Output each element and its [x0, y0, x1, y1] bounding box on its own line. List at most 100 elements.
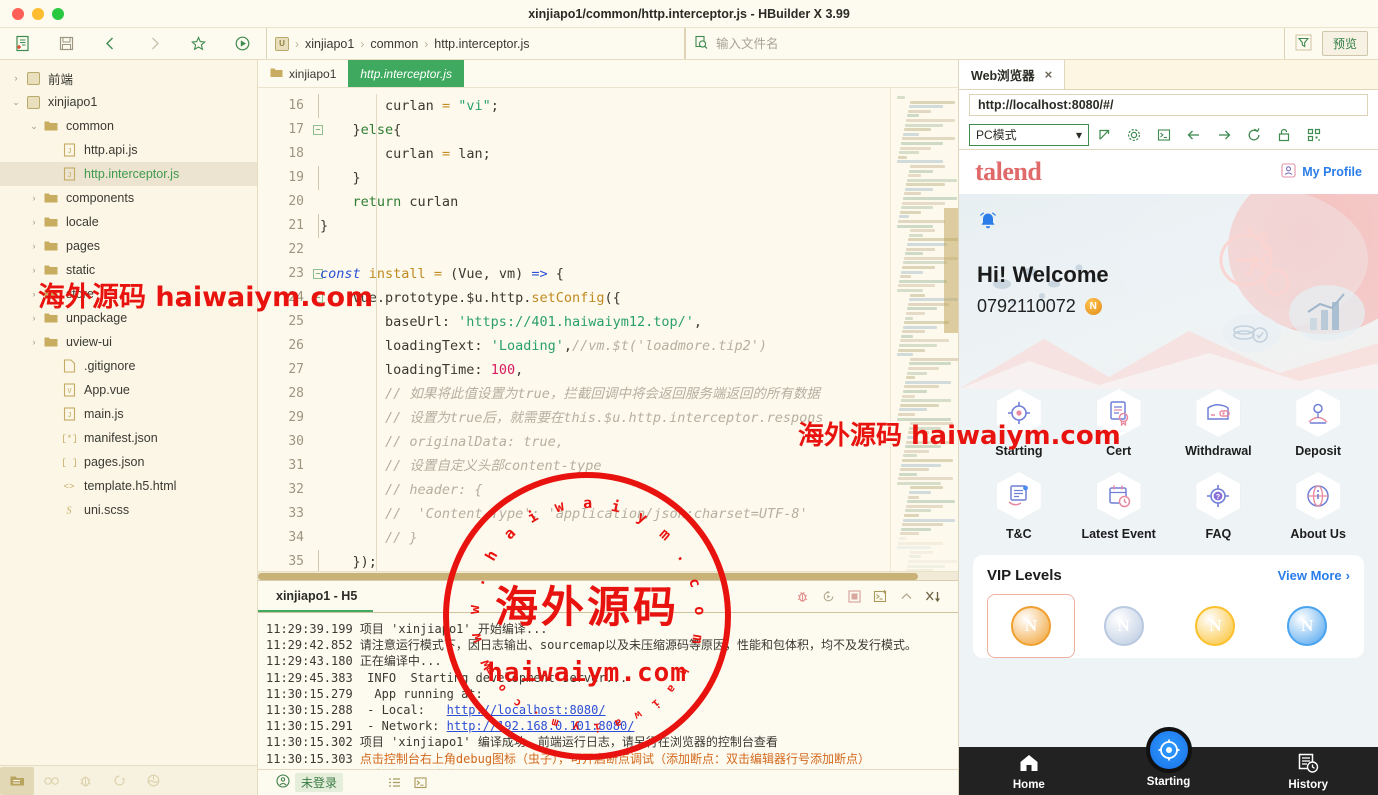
inspect-grid-icon[interactable]	[1299, 122, 1329, 148]
line-number[interactable]: 28	[258, 382, 310, 406]
breadcrumb-item-project[interactable]: xinjiapo1	[305, 37, 354, 51]
tree-item-components[interactable]: › components	[0, 186, 257, 210]
save-icon[interactable]	[44, 28, 88, 60]
tabbar-item-history[interactable]: History	[1238, 747, 1378, 795]
quick-action-latest-event[interactable]: Latest Event	[1069, 472, 1169, 541]
unlock-icon[interactable]	[1269, 122, 1299, 148]
search-icon[interactable]	[34, 767, 68, 795]
chevron-right-icon[interactable]: ›	[26, 337, 42, 347]
line-number[interactable]: 24−	[258, 286, 323, 310]
stop-icon[interactable]	[847, 589, 862, 604]
line-number-gutter[interactable]: 16 17−18 19 20 21 22 23−24−25 26 27 28 29 30 31 32 33 3…	[258, 88, 323, 571]
file-search-area[interactable]	[684, 28, 1285, 59]
line-number[interactable]: 16	[258, 94, 319, 118]
chevron-right-icon[interactable]: ›	[26, 313, 42, 323]
vip-level-item[interactable]: N	[1081, 594, 1167, 658]
tree-item--gitignore[interactable]: .gitignore	[0, 354, 257, 378]
project-file-tree[interactable]: › 前端 ⌄ xinjiapo1 ⌄ common Jhttp.api.js Jhttp.in…	[0, 60, 257, 765]
editor-horizontal-scrollbar[interactable]	[258, 571, 958, 580]
new-file-icon[interactable]	[0, 28, 44, 60]
new-terminal-icon[interactable]	[873, 589, 888, 604]
tree-item-app-vue[interactable]: V App.vue	[0, 378, 257, 402]
reload-icon[interactable]	[1239, 122, 1269, 148]
console-icon[interactable]	[1149, 122, 1179, 148]
line-number[interactable]: 21	[258, 214, 319, 238]
editor-tab-bar[interactable]: xinjiapo1 http.interceptor.js	[258, 60, 958, 88]
breadcrumb-item-file[interactable]: http.interceptor.js	[434, 37, 529, 51]
tree-item-static[interactable]: › static	[0, 258, 257, 282]
tree-item-uni-scss[interactable]: Suni.scss	[0, 498, 257, 522]
tabbar-item-home[interactable]: Home	[959, 747, 1099, 795]
tree-item-locale[interactable]: › locale	[0, 210, 257, 234]
code-line[interactable]: // 设置自定义头部content-type	[310, 454, 890, 478]
terminal-icon[interactable]	[407, 772, 433, 794]
open-external-icon[interactable]	[1089, 122, 1119, 148]
url-input[interactable]: http://localhost:8080/#/	[969, 94, 1368, 116]
tree-item-main-js[interactable]: Jmain.js	[0, 402, 257, 426]
collapse-icon[interactable]	[899, 589, 914, 604]
forward-icon[interactable]	[132, 28, 176, 60]
browser-tab[interactable]: Web浏览器 ×	[959, 60, 1066, 89]
code-line[interactable]: }else{	[310, 118, 890, 142]
back-icon[interactable]	[1179, 122, 1209, 148]
debug-icon[interactable]	[68, 767, 102, 795]
cloud-icon[interactable]	[136, 767, 170, 795]
close-window-button[interactable]	[12, 7, 24, 20]
chevron-right-icon[interactable]: ›	[26, 193, 42, 203]
code-line[interactable]: curlan = "vi";	[310, 94, 890, 118]
clear-output-icon[interactable]	[925, 589, 942, 604]
close-icon[interactable]: ×	[1045, 67, 1053, 82]
quick-action-t-c[interactable]: T&C	[969, 472, 1069, 541]
tree-item-manifest-json[interactable]: [*] manifest.json	[0, 426, 257, 450]
code-line[interactable]: return curlan	[310, 190, 890, 214]
web-app-viewport[interactable]: talend My Profile Hi! Welcome 0792110072…	[959, 150, 1378, 795]
back-icon[interactable]	[88, 28, 132, 60]
chevron-right-icon[interactable]: ›	[26, 265, 42, 275]
console-tab[interactable]: xinjiapo1 - H5	[258, 589, 374, 612]
file-search-input[interactable]	[715, 36, 1276, 51]
code-line[interactable]: // header: {	[310, 478, 890, 502]
tree-item-http-interceptor-js[interactable]: Jhttp.interceptor.js	[0, 162, 257, 186]
project-explorer-icon[interactable]	[0, 766, 34, 795]
code-line[interactable]: }	[310, 214, 890, 238]
device-mode-select[interactable]: PC模式 ▾	[969, 123, 1089, 146]
code-line[interactable]: const install = (Vue, vm) => {	[310, 262, 890, 286]
code-line[interactable]: // 'Content-Type': 'application/json;cha…	[310, 502, 890, 526]
debug-bug-icon[interactable]	[795, 589, 810, 604]
login-status-item[interactable]: 未登录	[266, 773, 353, 792]
tree-item-store[interactable]: › store	[0, 282, 257, 306]
view-more-button[interactable]: View More ›	[1278, 568, 1350, 583]
code-line[interactable]: // 如果将此值设置为true，拦截回调中将会返回服务端返回的所有数据	[310, 382, 890, 406]
code-line[interactable]: // 设置为true后，就需要在this.$u.http.interceptor…	[310, 406, 890, 430]
window-controls[interactable]	[0, 7, 64, 20]
restart-icon[interactable]	[821, 589, 836, 604]
chevron-right-icon[interactable]: ›	[26, 241, 42, 251]
code-line[interactable]: // originalData: true,	[310, 430, 890, 454]
chevron-right-icon[interactable]: ›	[8, 73, 24, 83]
tree-item-pages[interactable]: › pages	[0, 234, 257, 258]
bell-icon[interactable]	[977, 210, 999, 235]
line-number[interactable]: 29	[258, 406, 310, 430]
bookmark-icon[interactable]	[176, 28, 220, 60]
tree-item--[interactable]: › 前端	[0, 66, 257, 90]
starting-fab-button[interactable]	[1145, 727, 1192, 773]
line-number[interactable]: 31	[258, 454, 310, 478]
editor-tab-project[interactable]: xinjiapo1	[258, 60, 348, 87]
settings-icon[interactable]	[1119, 122, 1149, 148]
breadcrumb-item-folder[interactable]: common	[370, 37, 418, 51]
scrollbar-thumb[interactable]	[258, 573, 918, 580]
vip-level-item[interactable]: N	[1173, 594, 1259, 658]
vip-level-item[interactable]: N	[987, 594, 1075, 658]
quick-action-faq[interactable]: ? FAQ	[1169, 472, 1269, 541]
quick-action-starting[interactable]: Starting	[969, 389, 1069, 458]
quick-action-cert[interactable]: Cert	[1069, 389, 1169, 458]
tree-item-uview-ui[interactable]: › uview-ui	[0, 330, 257, 354]
maximize-window-button[interactable]	[52, 7, 64, 20]
code-minimap[interactable]	[890, 88, 958, 571]
line-number[interactable]: 18	[258, 142, 310, 166]
tree-item-xinjiapo1[interactable]: ⌄ xinjiapo1	[0, 90, 257, 114]
filter-icon[interactable]	[1295, 34, 1312, 54]
breadcrumb[interactable]: U › xinjiapo1 › common › http.intercepto…	[266, 28, 685, 59]
vip-level-item[interactable]: N	[1264, 594, 1350, 658]
console-output[interactable]: 11:29:39.199 项目 'xinjiapo1' 开始编译... 11:29…	[258, 613, 958, 769]
